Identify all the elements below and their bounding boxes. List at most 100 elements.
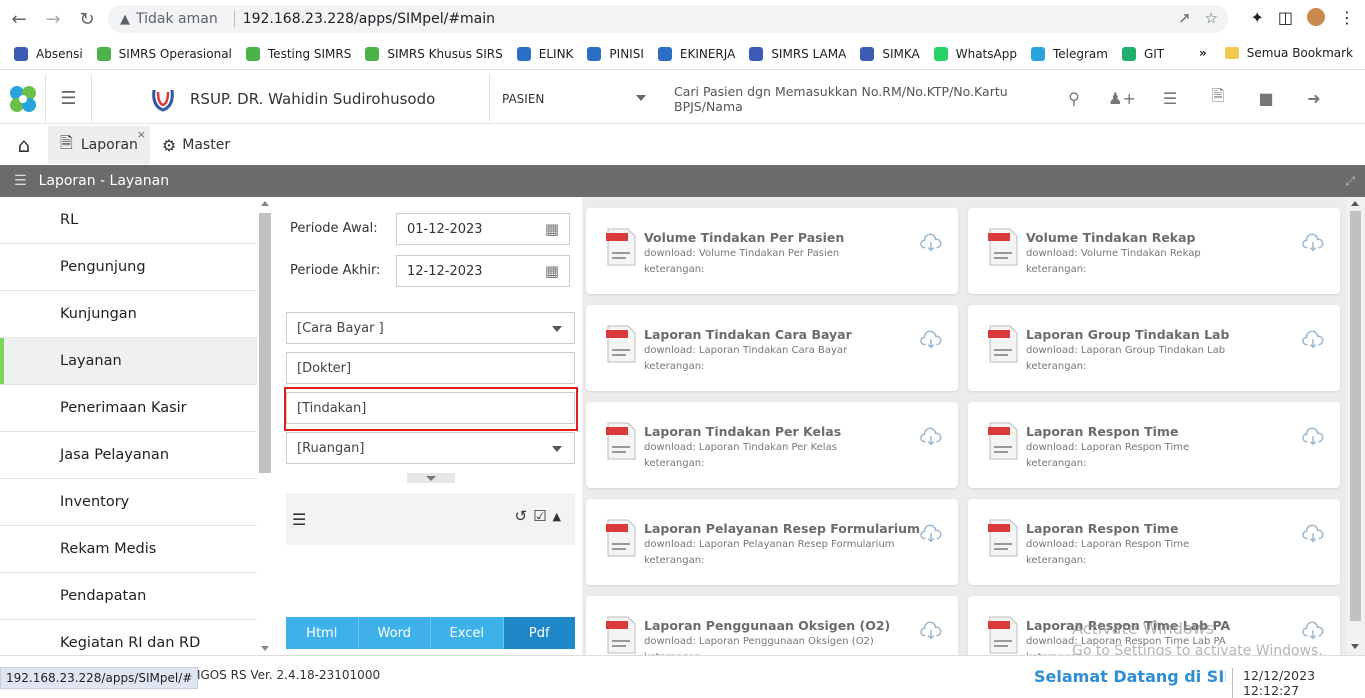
chevron-up-icon[interactable]: ▲	[553, 510, 561, 525]
scrollbar-thumb[interactable]	[259, 213, 271, 473]
url-text[interactable]: 192.168.23.228/apps/SIMpel/#main	[243, 11, 495, 27]
calendar-icon[interactable]: ▦	[545, 220, 559, 238]
logout-icon[interactable]: ➜	[1290, 74, 1338, 124]
report-title[interactable]: Laporan Respon Time	[1026, 424, 1178, 439]
bookmark-item[interactable]: Telegram	[1030, 46, 1108, 61]
cloud-download-icon[interactable]	[920, 523, 942, 545]
cloud-download-icon[interactable]	[920, 329, 942, 351]
cloud-download-icon[interactable]	[1302, 329, 1324, 351]
extensions-icon[interactable]: ✦	[1250, 8, 1263, 27]
report-title[interactable]: Laporan Penggunaan Oksigen (O2)	[644, 618, 890, 633]
cloud-download-icon[interactable]	[1302, 426, 1324, 448]
dokter-field[interactable]: [Dokter]	[286, 352, 575, 384]
bookmark-item[interactable]: EKINERJA	[657, 46, 735, 61]
report-scrollbar[interactable]	[1346, 197, 1365, 655]
report-title[interactable]: Volume Tindakan Per Pasien	[644, 230, 844, 245]
cloud-download-icon[interactable]	[1302, 232, 1324, 254]
list-icon[interactable]: ☰	[292, 510, 306, 529]
html-export-button[interactable]: Html	[286, 617, 359, 649]
forward-icon[interactable]: →	[38, 4, 68, 34]
scroll-up-icon[interactable]	[261, 201, 269, 206]
sidepanel-icon[interactable]: ◫	[1278, 8, 1293, 27]
expand-icon[interactable]: ⤢	[1345, 174, 1355, 189]
not-secure-label[interactable]: Tidak aman	[136, 11, 218, 27]
periode-awal-input[interactable]: 01-12-2023 ▦	[396, 213, 570, 245]
pdf-file-icon[interactable]: 🗎	[1194, 74, 1242, 124]
sidebar-item-layanan[interactable]: Layanan	[0, 338, 257, 385]
bookmark-item[interactable]: Testing SIMRS	[245, 46, 351, 61]
report-title[interactable]: Laporan Tindakan Per Kelas	[644, 424, 841, 439]
pdf-export-button[interactable]: Pdf	[503, 617, 575, 649]
calendar-icon[interactable]: ▦	[545, 262, 559, 280]
cloud-download-icon[interactable]	[920, 620, 942, 642]
browser-menu-icon[interactable]: ⋮	[1339, 8, 1355, 27]
report-title[interactable]: Laporan Respon Time	[1026, 521, 1178, 536]
report-card[interactable]: Laporan Tindakan Per Kelas download: Lapo…	[586, 402, 958, 488]
sidebar-scrollbar[interactable]	[257, 197, 274, 655]
scroll-down-icon[interactable]	[261, 646, 269, 651]
sidebar-item-rl[interactable]: RL	[0, 197, 257, 244]
share-icon[interactable]: ↗	[1178, 9, 1191, 27]
sidebar-item-kunjungan[interactable]: Kunjungan	[0, 291, 257, 338]
scrollbar-thumb[interactable]	[1350, 211, 1361, 621]
word-export-button[interactable]: Word	[358, 617, 431, 649]
scroll-down-icon[interactable]	[1351, 644, 1359, 649]
bookmark-item[interactable]: SIMKA	[860, 46, 920, 61]
tab-laporan[interactable]: 🗎 Laporan ×	[48, 126, 150, 164]
hamburger-menu-icon[interactable]: ☰	[46, 73, 92, 124]
history-icon[interactable]: ↺	[515, 507, 528, 525]
sidebar-item-jasa-pelayanan[interactable]: Jasa Pelayanan	[0, 432, 257, 479]
sidebar-item-penerimaan-kasir[interactable]: Penerimaan Kasir	[0, 385, 257, 432]
cara-bayar-select[interactable]: [Cara Bayar ]	[286, 312, 575, 344]
report-card[interactable]: Laporan Tindakan Cara Bayar download: Lap…	[586, 305, 958, 391]
all-bookmarks-link[interactable]: Semua Bookmark	[1247, 46, 1353, 60]
sidebar-item-kegiatan-ri-dan-rd[interactable]: Kegiatan RI dan RD	[0, 620, 257, 655]
menu-icon[interactable]: ☰	[14, 173, 27, 189]
bookmark-item[interactable]: SIMRS Khusus SIRS	[365, 46, 503, 61]
report-card[interactable]: Volume Tindakan Per Pasien download: Volu…	[586, 208, 958, 294]
report-card[interactable]: Laporan Respon Time download: Laporan Res…	[968, 499, 1340, 585]
list-icon[interactable]: ☰	[1146, 74, 1194, 124]
patient-search-input[interactable]: Cari Pasien dgn Memasukkan No.RM/No.KTP/…	[660, 74, 1050, 124]
bookmark-item[interactable]: Absensi	[14, 46, 83, 61]
bookmarks-more-button[interactable]: »	[1199, 46, 1207, 60]
periode-akhir-input[interactable]: 12-12-2023 ▦	[396, 255, 570, 287]
bookmark-item[interactable]: PINISI	[587, 46, 644, 61]
sidebar-item-inventory[interactable]: Inventory	[0, 479, 257, 526]
bookmark-item[interactable]: GIT	[1121, 46, 1164, 61]
report-title[interactable]: Laporan Tindakan Cara Bayar	[644, 327, 852, 342]
reload-icon[interactable]: ↻	[72, 4, 102, 34]
report-card[interactable]: Laporan Pelayanan Resep Formularium downl…	[586, 499, 958, 585]
bookmark-item[interactable]: ELINK	[516, 46, 573, 61]
home-icon[interactable]: ⌂	[0, 125, 48, 165]
star-icon[interactable]: ☆	[1205, 9, 1218, 27]
sidebar-item-pengunjung[interactable]: Pengunjung	[0, 244, 257, 291]
report-card[interactable]: Laporan Penggunaan Oksigen (O2) download:…	[586, 596, 958, 655]
report-title[interactable]: Laporan Group Tindakan Lab	[1026, 327, 1229, 342]
ruangan-select[interactable]: [Ruangan]	[286, 432, 575, 464]
sidebar-item-pendapatan[interactable]: Pendapatan	[0, 573, 257, 620]
report-card[interactable]: Volume Tindakan Rekap download: Volume Ti…	[968, 208, 1340, 294]
app-logo[interactable]	[0, 73, 46, 124]
bookmark-item[interactable]: SIMRS LAMA	[749, 46, 846, 61]
bookmark-item[interactable]: SIMRS Operasional	[96, 46, 232, 61]
collapse-filters-button[interactable]	[407, 473, 455, 483]
warning-icon[interactable]: ▲	[120, 12, 130, 27]
check-icon[interactable]: ☑	[533, 507, 546, 525]
search-icon[interactable]: ⚲	[1050, 74, 1098, 124]
back-icon[interactable]: ←	[4, 4, 34, 34]
folder-icon[interactable]: ■	[1242, 74, 1290, 124]
excel-export-button[interactable]: Excel	[431, 617, 504, 649]
report-card[interactable]: Laporan Respon Time download: Laporan Res…	[968, 402, 1340, 488]
scroll-up-icon[interactable]	[1351, 201, 1359, 206]
sidebar-item-rekam-medis[interactable]: Rekam Medis	[0, 526, 257, 573]
cloud-download-icon[interactable]	[920, 426, 942, 448]
patient-type-select[interactable]: PASIEN	[490, 74, 660, 124]
address-bar[interactable]: ▲ Tidak aman 192.168.23.228/apps/SIMpel/…	[108, 5, 1228, 33]
bookmark-item[interactable]: WhatsApp	[933, 46, 1017, 61]
add-user-icon[interactable]: ♟+	[1098, 74, 1146, 124]
report-title[interactable]: Laporan Pelayanan Resep Formularium	[644, 521, 920, 536]
tab-master[interactable]: ⚙ Master	[150, 126, 242, 164]
report-title[interactable]: Volume Tindakan Rekap	[1026, 230, 1196, 245]
cloud-download-icon[interactable]	[1302, 523, 1324, 545]
